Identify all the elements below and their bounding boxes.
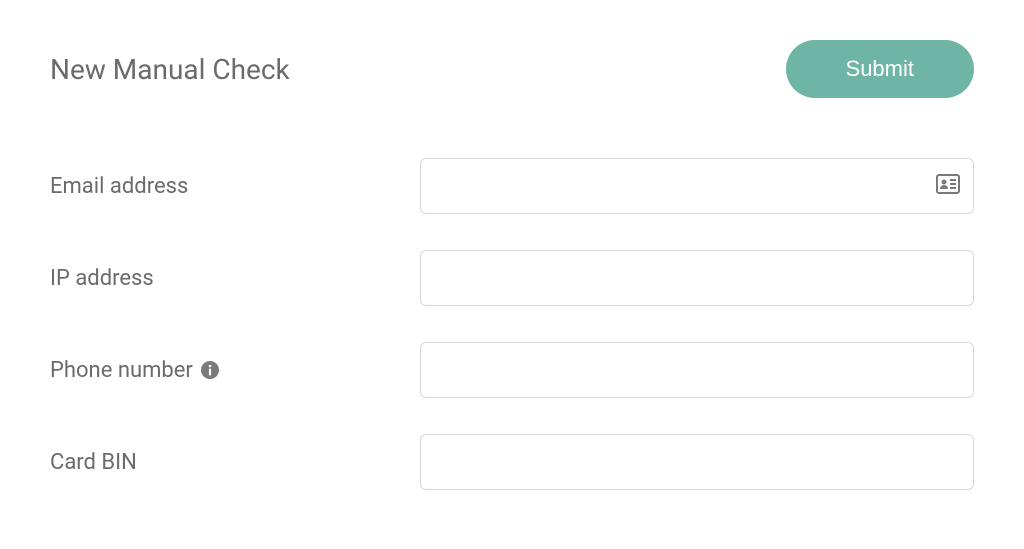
cardbin-label: Card BIN [50, 450, 420, 475]
phone-label-text: Phone number [50, 358, 193, 383]
email-label: Email address [50, 174, 420, 199]
ip-input[interactable] [420, 250, 974, 306]
ip-label: IP address [50, 266, 420, 291]
form-row-cardbin: Card BIN [50, 434, 974, 490]
ip-input-wrapper [420, 250, 974, 306]
submit-button[interactable]: Submit [786, 40, 974, 98]
phone-input[interactable] [420, 342, 974, 398]
phone-input-wrapper [420, 342, 974, 398]
phone-label: Phone number [50, 358, 420, 383]
cardbin-input[interactable] [420, 434, 974, 490]
email-input-wrapper [420, 158, 974, 214]
page-header: New Manual Check Submit [50, 40, 974, 98]
email-label-text: Email address [50, 174, 188, 199]
cardbin-input-wrapper [420, 434, 974, 490]
cardbin-label-text: Card BIN [50, 450, 137, 475]
page-title: New Manual Check [50, 53, 290, 86]
ip-label-text: IP address [50, 266, 154, 291]
info-circle-icon[interactable] [201, 361, 219, 379]
email-input[interactable] [420, 158, 974, 214]
form-row-email: Email address [50, 158, 974, 214]
form-row-phone: Phone number [50, 342, 974, 398]
form-row-ip: IP address [50, 250, 974, 306]
